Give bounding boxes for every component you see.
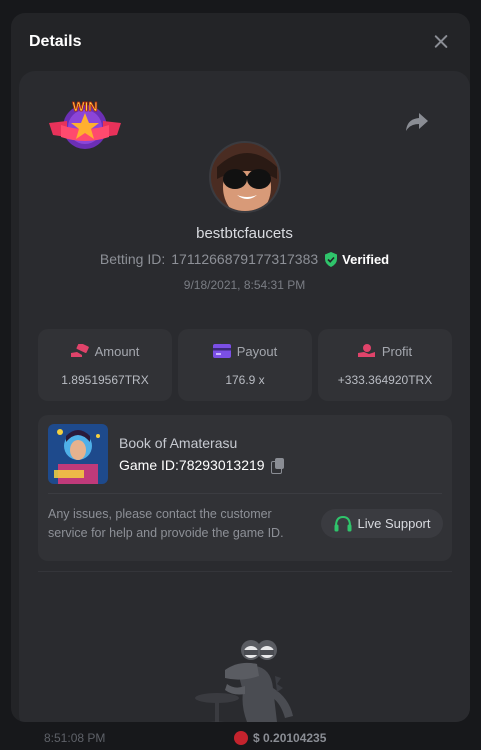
betting-id-row: Betting ID: 171126687917731738​3 Verifie… [19,251,470,267]
coins-hand-icon [357,344,375,357]
background-amount: $ 0.20104235 [234,731,326,745]
headset-icon [334,515,351,531]
game-id-label: Game ID: [119,457,179,473]
verified-badge: Verified [324,251,390,267]
stat-amount-value: 1.89519567TRX [61,372,149,387]
close-icon[interactable] [430,31,452,53]
stat-profit-value: +333.364920TRX [337,372,433,387]
game-id-value: 78293013219 [178,457,265,473]
modal-header: Details [11,13,470,71]
svg-text:WIN: WIN [72,99,97,114]
verified-label: Verified [342,251,390,267]
modal-title: Details [29,33,82,50]
stats-row: Amount 1.89519567TRX Payout 176.9 x Prof… [38,329,452,401]
support-notice: Any issues, please contact the customer … [48,507,284,540]
bet-details-card: WIN bestbtcfaucets Betting ID: 171126687… [19,71,470,722]
money-hand-icon [70,344,89,357]
stat-amount: Amount 1.89519567TRX [38,329,172,401]
game-thumbnail[interactable] [48,424,108,484]
stat-profit: Profit +333.364920TRX [318,329,452,401]
stat-payout-label: Payout [236,343,278,359]
trx-coin-icon [234,731,248,745]
background-bet-row: 8:51:08 PM $ 0.20104235 [0,726,481,750]
win-badge-icon: WIN [49,99,121,149]
username: bestbtcfaucets [196,225,293,242]
details-modal: Details WIN bestbtcfaucets Betting ID: 1… [11,13,470,722]
game-panel: Book of Amaterasu Game ID: 78293013219 An… [38,415,452,561]
game-divider [48,493,442,494]
section-divider [38,571,452,572]
copy-icon[interactable] [270,457,285,474]
share-icon[interactable] [405,111,429,133]
stat-amount-label: Amount [94,343,140,359]
game-name: Book of Amaterasu [119,435,238,451]
stat-payout-value: 176.9 x [225,372,265,387]
game-id-row: Game ID: 78293013219 [119,457,285,474]
background-amount-value: $ 0.20104235 [253,731,327,745]
bet-date: 9/18/2021, 8:54:31 PM [183,278,306,292]
live-support-button[interactable]: Live Support [321,509,443,538]
stat-profit-label: Profit [381,343,413,359]
stat-payout: Payout 176.9 x [178,329,312,401]
betting-id-label: Betting ID: [99,251,166,267]
betting-id-value: 171126687917731738​3 [171,251,319,267]
background-time: 8:51:08 PM [44,731,106,745]
avatar [209,141,281,213]
verified-shield-icon [325,251,338,267]
live-support-label: Live Support [357,516,431,531]
crocodile-mascot-icon [195,640,293,722]
card-icon [212,344,231,358]
